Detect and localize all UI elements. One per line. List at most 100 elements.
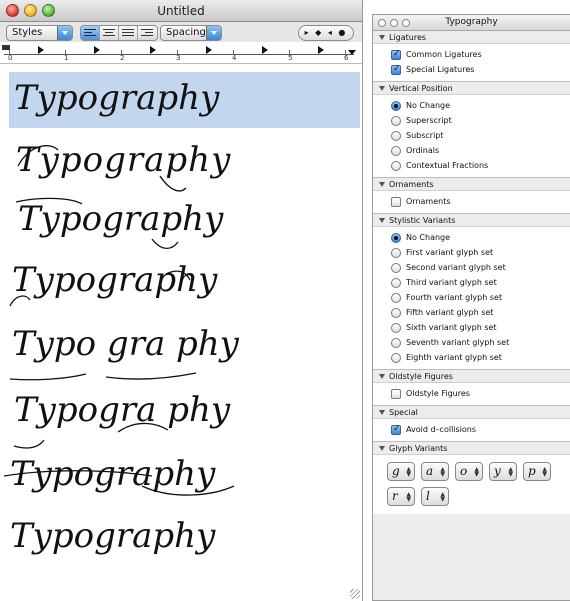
radio-icon[interactable] [391,100,401,111]
radio-icon[interactable] [391,292,401,303]
disclosure-triangle-icon [379,217,385,223]
typography-palette: Typography Ligatures Common Ligatures Sp… [372,14,570,601]
radio-ordinals[interactable]: Ordinals [379,143,564,158]
radio-icon[interactable] [391,115,401,126]
palette-title-bar[interactable]: Typography [373,15,570,31]
checkbox-icon[interactable] [391,424,401,435]
align-left-button[interactable] [81,26,100,40]
radio-variant-no-change[interactable]: No Change [379,230,564,245]
radio-icon[interactable] [391,130,401,141]
glyph-variant-l[interactable]: l ▲ ▼ [421,487,449,506]
disclosure-triangle-icon [379,34,385,40]
document-window: Untitled Styles Spacing ▸ ◆ ◂ ● 0 1 2 3 … [0,0,363,601]
radio-icon[interactable] [391,322,401,333]
glyph-variant-buttons: g ▲ ▼ a ▲ ▼ o ▲ ▼ y ▲ ▼ p ▲ ▼ r ▲ ▼ l ▲ ▼ [379,458,564,510]
stylistic-variants-disclosure[interactable]: Stylistic Variants [373,214,570,227]
radio-variant-8[interactable]: Eighth variant glyph set [379,350,564,365]
special-disclosure[interactable]: Special [373,406,570,419]
radio-icon[interactable] [391,232,401,243]
glyph-variant-r[interactable]: r ▲ ▼ [387,487,415,506]
align-center-button[interactable] [100,26,119,40]
radio-icon[interactable] [391,352,401,363]
checkbox-icon[interactable] [391,64,401,75]
tab-stop-marker[interactable] [94,46,100,54]
radio-icon[interactable] [391,262,401,273]
tab-stop-marker[interactable] [206,46,212,54]
glyph-variant-y[interactable]: y ▲ ▼ [489,462,517,481]
ligatures-disclosure[interactable]: Ligatures [373,31,570,44]
ruler-number: 4 [232,54,237,62]
checkbox-icon[interactable] [391,196,401,207]
ruler[interactable]: 0 1 2 3 4 5 6 [0,42,362,64]
radio-variant-4[interactable]: Fourth variant glyph set [379,290,564,305]
tab-stop-marker[interactable] [262,46,268,54]
radio-variant-1[interactable]: First variant glyph set [379,245,564,260]
right-margin-marker[interactable] [348,50,356,55]
checkbox-icon[interactable] [391,388,401,399]
format-toolbar: Styles Spacing ▸ ◆ ◂ ● [0,22,362,42]
spacing-popup[interactable]: Spacing [160,25,222,41]
checkbox-icon[interactable] [391,49,401,60]
radio-variant-3[interactable]: Third variant glyph set [379,275,564,290]
swash-flourish [3,470,235,496]
radio-subscript[interactable]: Subscript [379,128,564,143]
radio-superscript[interactable]: Superscript [379,113,564,128]
glyph-variants-disclosure[interactable]: Glyph Variants [373,442,570,455]
swash-flourish [15,197,179,250]
radio-icon[interactable] [391,160,401,171]
radio-icon[interactable] [391,247,401,258]
oldstyle-figures-section: Oldstyle Figures Oldstyle Figures [373,370,570,406]
radio-icon[interactable] [391,277,401,288]
radio-variant-7[interactable]: Seventh variant glyph set [379,335,564,350]
vertical-position-section: Vertical Position No Change Superscript … [373,82,570,178]
radio-icon[interactable] [391,337,401,348]
oldstyle-figures-checkbox[interactable]: Oldstyle Figures [379,386,564,401]
align-justify-button[interactable] [119,26,138,40]
glyph-variant-g[interactable]: g ▲ ▼ [387,462,415,481]
glyph-variant-p[interactable]: p ▲ ▼ [523,462,551,481]
stepper-arrows-icon: ▲ ▼ [542,466,547,478]
common-ligatures-checkbox[interactable]: Common Ligatures [379,47,564,62]
tab-stop-buttons[interactable]: ▸ ◆ ◂ ● [298,25,354,41]
stepper-arrows-icon: ▲ ▼ [474,466,479,478]
radio-icon[interactable] [391,307,401,318]
stepper-arrows-icon: ▲ ▼ [440,466,445,478]
sample-line-8: Typography [10,516,216,556]
radio-variant-6[interactable]: Sixth variant glyph set [379,320,564,335]
glyph-variant-a[interactable]: a ▲ ▼ [421,462,449,481]
tab-stop-marker[interactable] [38,46,44,54]
ruler-number: 2 [120,54,125,62]
section-heading: Stylistic Variants [389,215,456,225]
special-ligatures-checkbox[interactable]: Special Ligatures [379,62,564,77]
radio-icon[interactable] [391,145,401,156]
tab-stop-marker[interactable] [318,46,324,54]
sample-line-1: Typography [14,78,220,118]
text-area[interactable]: Typography Typography Typography Typogra… [0,64,362,601]
radio-variant-5[interactable]: Fifth variant glyph set [379,305,564,320]
swash-flourish [9,372,197,381]
section-heading: Glyph Variants [389,443,448,453]
oldstyle-figures-disclosure[interactable]: Oldstyle Figures [373,370,570,383]
chevron-down-icon [57,26,72,40]
section-heading: Ornaments [389,179,434,189]
align-right-button[interactable] [138,26,157,40]
section-heading: Special [389,407,418,417]
radio-variant-2[interactable]: Second variant glyph set [379,260,564,275]
vertical-position-disclosure[interactable]: Vertical Position [373,82,570,95]
styles-popup[interactable]: Styles [6,25,73,41]
section-heading: Oldstyle Figures [389,371,453,381]
glyph-variant-o[interactable]: o ▲ ▼ [455,462,483,481]
disclosure-triangle-icon [379,373,385,379]
avoid-d-collisions-checkbox[interactable]: Avoid d–collisions [379,422,564,437]
title-bar[interactable]: Untitled [0,0,362,22]
stepper-arrows-icon: ▲ ▼ [440,491,445,503]
special-section: Special Avoid d–collisions [373,406,570,442]
resize-grip[interactable] [350,589,360,599]
palette-title: Typography [445,17,498,27]
ornaments-checkbox[interactable]: Ornaments [379,194,564,209]
radio-contextual-fractions[interactable]: Contextual Fractions [379,158,564,173]
ornaments-disclosure[interactable]: Ornaments [373,178,570,191]
tab-stop-marker[interactable] [150,46,156,54]
radio-no-change[interactable]: No Change [379,98,564,113]
disclosure-triangle-icon [379,445,385,451]
